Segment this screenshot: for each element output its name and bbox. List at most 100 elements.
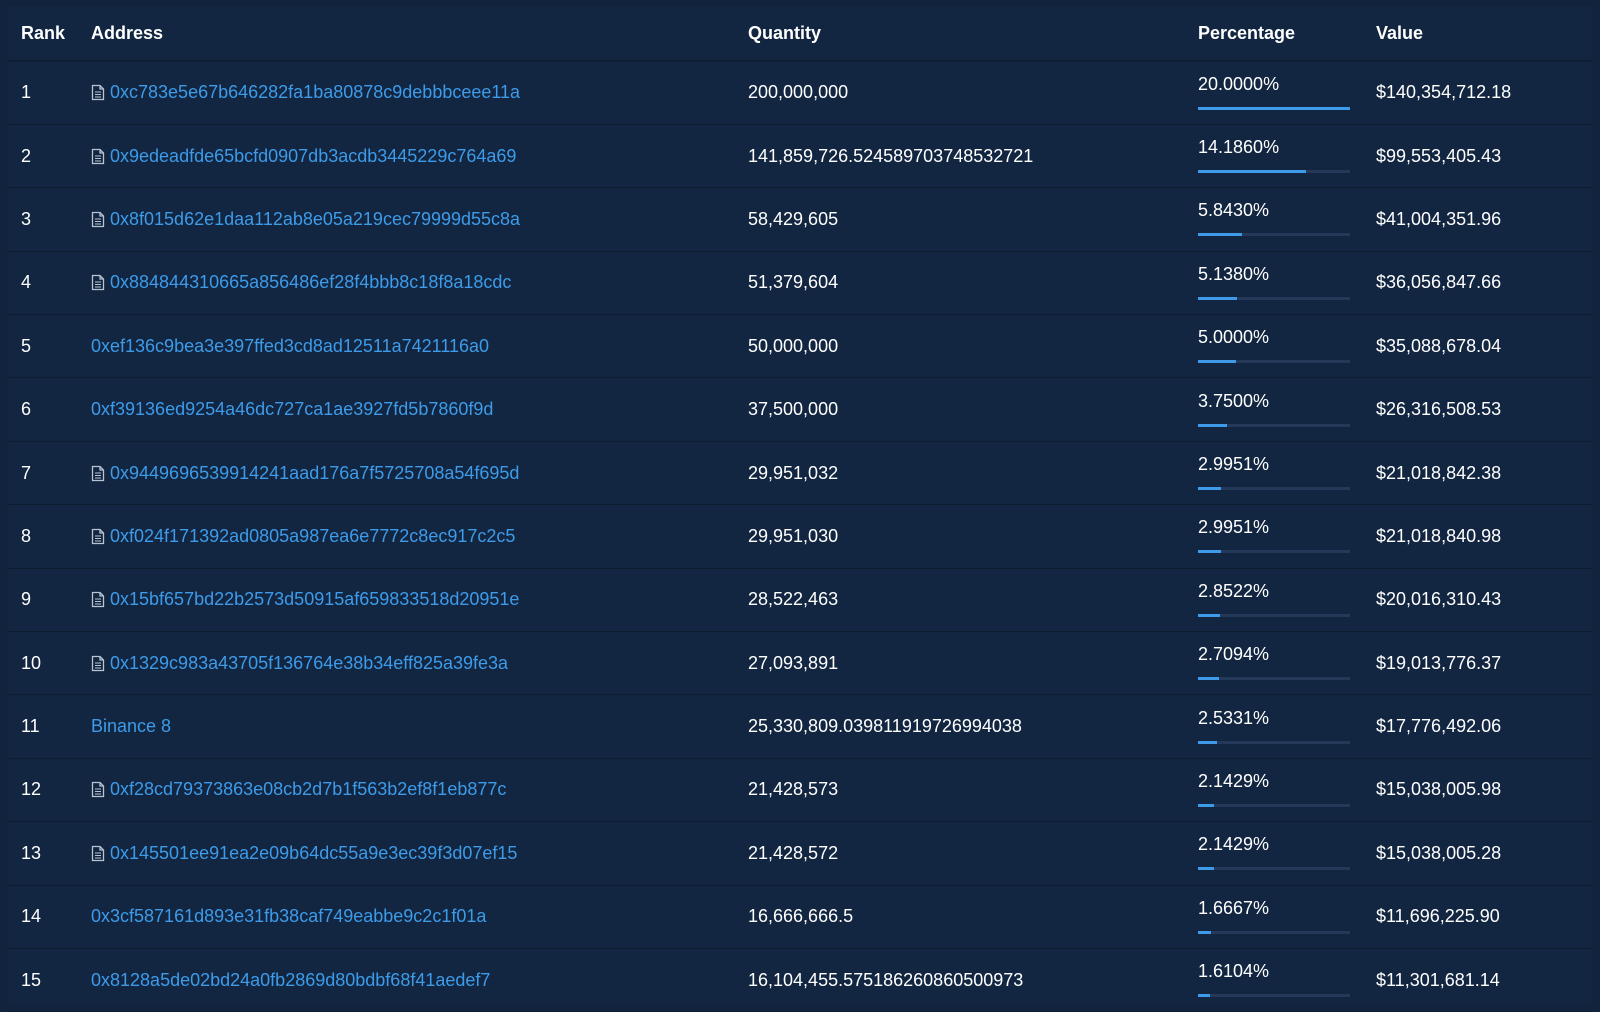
contract-file-icon — [91, 655, 105, 671]
contract-file-icon — [91, 148, 105, 164]
percentage-bar-fill — [1198, 106, 1350, 110]
table-row: 13 0x145501ee91ea2e09b64dc55a9e3ec39f3d0… — [8, 822, 1592, 886]
percentage-bar-fill — [1198, 613, 1220, 617]
quantity-cell: 21,428,572 — [748, 842, 839, 863]
address-link[interactable]: 0x9edeadfde65bcfd0907db3acdb3445229c764a… — [110, 146, 516, 167]
address-link[interactable]: 0xf28cd79373863e08cb2d7b1f563b2ef8f1eb87… — [110, 779, 506, 800]
percentage-bar-fill — [1198, 677, 1219, 681]
value-cell: $21,018,842.38 — [1376, 462, 1502, 483]
column-header-quantity: Quantity — [748, 22, 822, 43]
table-row: 15 0x8128a5de02bd24a0fb2869d80bdbf68f41a… — [8, 948, 1592, 1012]
percentage-bar-fill — [1198, 930, 1211, 934]
table-row: 12 0xf28cd79373863e08cb2d7b1f563b2ef8f1e… — [8, 758, 1592, 822]
address-link[interactable]: 0xc783e5e67b646282fa1ba80878c9debbbceee1… — [110, 82, 520, 103]
value-cell: $21,018,840.98 — [1376, 525, 1502, 546]
percentage-cell: 1.6667% — [1198, 885, 1376, 948]
quantity-cell: 25,330,809.039811919726994038 — [748, 716, 1022, 737]
value-cell: $99,553,405.43 — [1376, 145, 1502, 166]
address-wrap: 0x15bf657bd22b2573d50915af659833518d2095… — [91, 589, 748, 610]
percentage-text: 5.1380% — [1198, 263, 1270, 284]
percentage-bar-track — [1198, 930, 1350, 934]
table-row: 2 0x9edeadfde65bcfd0907db3acdb3445229c76… — [8, 124, 1592, 188]
percentage-text: 5.8430% — [1198, 200, 1270, 221]
quantity-cell: 29,951,032 — [748, 462, 839, 483]
value-cell: $35,088,678.04 — [1376, 335, 1502, 356]
rank-cell: 3 — [21, 208, 32, 229]
percentage-cell: 5.8430% — [1198, 188, 1376, 251]
percentage-cell: 2.9951% — [1198, 441, 1376, 504]
quantity-cell: 21,428,573 — [748, 779, 839, 800]
address-link[interactable]: 0xf024f171392ad0805a987ea6e7772c8ec917c2… — [110, 526, 515, 547]
rank-cell: 6 — [21, 399, 32, 420]
percentage-cell: 14.1860% — [1198, 124, 1376, 187]
address-link[interactable]: 0x145501ee91ea2e09b64dc55a9e3ec39f3d07ef… — [110, 843, 517, 864]
column-header-percentage: Percentage — [1198, 22, 1296, 43]
address-wrap: 0x145501ee91ea2e09b64dc55a9e3ec39f3d07ef… — [91, 843, 748, 864]
address-link[interactable]: 0x3cf587161d893e31fb38caf749eabbe9c2c1f0… — [91, 906, 486, 927]
quantity-cell: 29,951,030 — [748, 525, 839, 546]
percentage-wrap: 2.7094% — [1198, 640, 1350, 686]
percentage-bar-fill — [1198, 360, 1236, 364]
percentage-wrap: 20.0000% — [1198, 70, 1350, 116]
percentage-cell: 2.5331% — [1198, 695, 1376, 758]
percentage-text: 14.1860% — [1198, 137, 1280, 158]
address-link[interactable]: 0x8128a5de02bd24a0fb2869d80bdbf68f41aede… — [91, 970, 490, 991]
address-cell: 0xf024f171392ad0805a987ea6e7772c8ec917c2… — [91, 505, 748, 568]
address-wrap: Binance 8 — [91, 716, 748, 737]
percentage-bar-fill — [1198, 233, 1243, 237]
rank-cell: 14 — [21, 906, 42, 927]
value-cell: $15,038,005.28 — [1376, 842, 1502, 863]
address-link[interactable]: 0xef136c9bea3e397ffed3cd8ad12511a7421116… — [91, 336, 489, 357]
percentage-wrap: 2.5331% — [1198, 704, 1350, 750]
table-row: 10 0x1329c983a43705f136764e38b34eff825a3… — [8, 632, 1592, 695]
percentage-bar-fill — [1198, 170, 1306, 174]
percentage-wrap: 1.6104% — [1198, 957, 1350, 1003]
quantity-cell: 51,379,604 — [748, 272, 839, 293]
percentage-bar-track — [1198, 170, 1350, 174]
percentage-cell: 2.9951% — [1198, 505, 1376, 568]
percentage-text: 2.1429% — [1198, 834, 1270, 855]
percentage-cell: 20.0000% — [1198, 61, 1376, 124]
percentage-cell: 2.8522% — [1198, 568, 1376, 631]
address-wrap: 0xef136c9bea3e397ffed3cd8ad12511a7421116… — [91, 336, 748, 357]
table-body: 1 0xc783e5e67b646282fa1ba80878c9debbbcee… — [8, 61, 1592, 1012]
percentage-cell: 1.6104% — [1198, 948, 1376, 1011]
contract-file-icon — [91, 465, 105, 481]
address-link[interactable]: Binance 8 — [91, 716, 171, 737]
address-link[interactable]: 0x8f015d62e1daa112ab8e05a219cec79999d55c… — [110, 209, 520, 230]
contract-file-icon — [91, 85, 105, 101]
value-cell: $11,696,225.90 — [1376, 906, 1500, 927]
holders-table-panel: Rank Address Quantity Percentage Value 1… — [8, 6, 1592, 1012]
percentage-cell: 5.0000% — [1198, 315, 1376, 378]
address-link[interactable]: 0xf39136ed9254a46dc727ca1ae3927fd5b7860f… — [91, 399, 493, 420]
address-link[interactable]: 0x1329c983a43705f136764e38b34eff825a39fe… — [110, 653, 508, 674]
rank-cell: 9 — [21, 589, 32, 610]
percentage-text: 5.0000% — [1198, 327, 1270, 348]
percentage-bar-fill — [1198, 487, 1221, 491]
percentage-bar-fill — [1198, 867, 1215, 871]
header-row: Rank Address Quantity Percentage Value — [8, 6, 1592, 61]
value-cell: $41,004,351.96 — [1376, 208, 1502, 229]
address-link[interactable]: 0x884844310665a856486ef28f4bbb8c18f8a18c… — [110, 272, 511, 293]
quantity-cell: 37,500,000 — [748, 399, 839, 420]
column-header-address: Address — [91, 22, 164, 43]
percentage-bar-track — [1198, 994, 1350, 998]
percentage-bar-track — [1198, 106, 1350, 110]
contract-file-icon — [91, 275, 105, 291]
percentage-wrap: 3.7500% — [1198, 387, 1350, 433]
table-row: 8 0xf024f171392ad0805a987ea6e7772c8ec917… — [8, 505, 1592, 569]
address-cell: 0x145501ee91ea2e09b64dc55a9e3ec39f3d07ef… — [91, 822, 748, 885]
address-link[interactable]: 0x15bf657bd22b2573d50915af659833518d2095… — [110, 589, 519, 610]
contract-file-icon — [91, 782, 105, 798]
address-link[interactable]: 0x9449696539914241aad176a7f5725708a54f69… — [110, 463, 519, 484]
percentage-text: 2.7094% — [1198, 644, 1270, 665]
address-cell: 0x9edeadfde65bcfd0907db3acdb3445229c764a… — [91, 124, 748, 187]
address-wrap: 0x8128a5de02bd24a0fb2869d80bdbf68f41aede… — [91, 970, 748, 991]
percentage-text: 1.6104% — [1198, 961, 1270, 982]
percentage-text: 2.9951% — [1198, 517, 1270, 538]
address-cell: 0x884844310665a856486ef28f4bbb8c18f8a18c… — [91, 251, 748, 314]
address-cell: 0x1329c983a43705f136764e38b34eff825a39fe… — [91, 632, 748, 695]
address-wrap: 0xf28cd79373863e08cb2d7b1f563b2ef8f1eb87… — [91, 779, 748, 800]
value-cell: $15,038,005.98 — [1376, 779, 1502, 800]
percentage-bar-track — [1198, 423, 1350, 427]
